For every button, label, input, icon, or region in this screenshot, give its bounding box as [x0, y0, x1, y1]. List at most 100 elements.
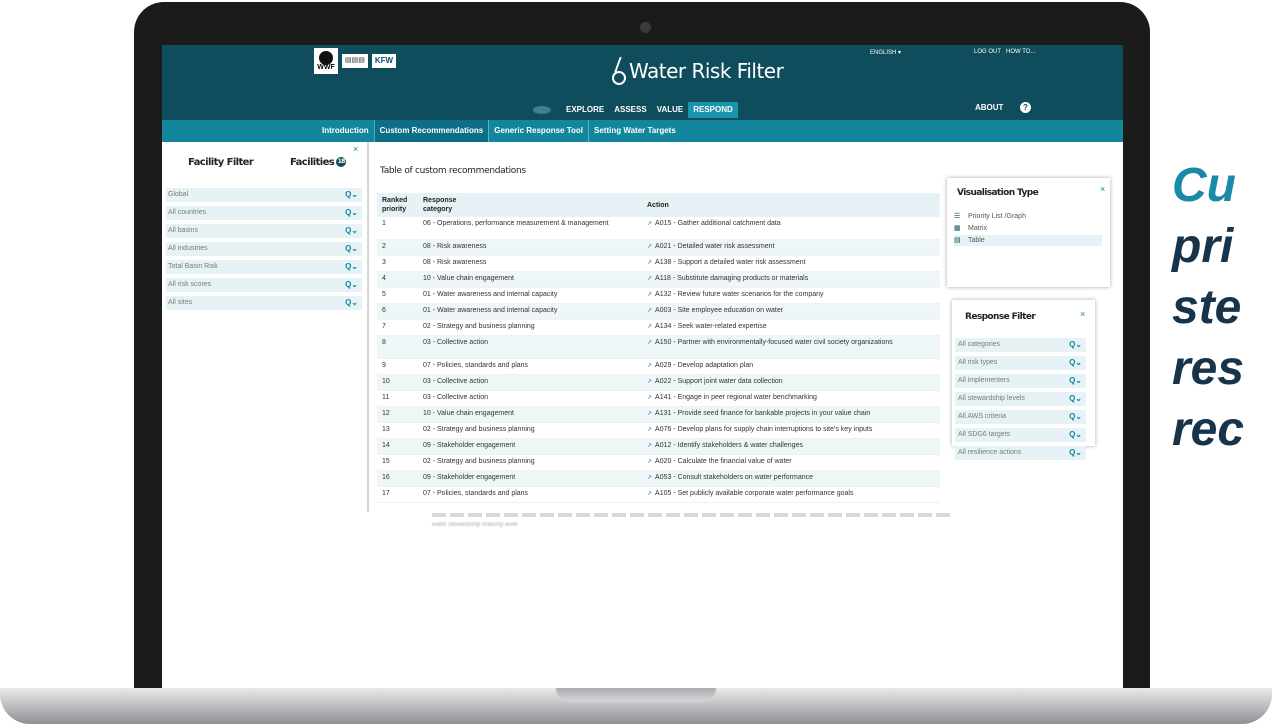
external-link-icon[interactable]: ↗ [647, 324, 652, 330]
search-dropdown-icon[interactable]: Q⌄ [345, 242, 358, 256]
table-row[interactable]: 2 08 - Risk awareness ↗ A021 - Detailed wat… [377, 240, 940, 256]
cell-action[interactable]: ↗ A150 - Partner with environmentally-foc… [647, 339, 937, 347]
action-link[interactable]: A105 - Set publicly available corporate … [655, 490, 853, 497]
wwf-logo[interactable]: WWF [314, 48, 338, 74]
filter-resilience-actions[interactable]: All resilience actions Q⌄ [955, 446, 1086, 460]
response-filter-close-icon[interactable]: × [1080, 309, 1085, 319]
filter-risk-types[interactable]: All risk types Q⌄ [955, 356, 1086, 370]
filter-categories[interactable]: All categories Q⌄ [955, 338, 1086, 352]
nav-value[interactable]: VALUE [652, 102, 689, 118]
table-row[interactable]: 11 03 - Collective action ↗ A141 - Engage i… [377, 391, 940, 407]
cell-action[interactable]: ↗ A020 - Calculate the financial value of… [647, 458, 937, 466]
external-link-icon[interactable]: ↗ [647, 244, 652, 250]
external-link-icon[interactable]: ↗ [647, 427, 652, 433]
tab-facilities[interactable]: Facilities 18 [290, 157, 347, 168]
table-row[interactable]: 1 06 - Operations, performance measuremen… [377, 217, 940, 240]
tab-custom-recommendations[interactable]: Custom Recommendations [373, 120, 489, 142]
search-dropdown-icon[interactable]: Q⌄ [345, 260, 358, 274]
tab-introduction[interactable]: Introduction [317, 120, 374, 142]
external-link-icon[interactable]: ↗ [647, 363, 652, 369]
search-dropdown-icon[interactable]: Q⌄ [1069, 446, 1082, 460]
table-row[interactable]: 16 09 - Stakeholder engagement ↗ A053 - Con… [377, 471, 940, 487]
filter-aws-criteria[interactable]: All AWS criteria Q⌄ [955, 410, 1086, 424]
filter-risk-scores[interactable]: All risk scores Q⌄ [166, 278, 362, 292]
action-link[interactable]: A003 - Site employee education on water [655, 307, 783, 314]
nav-respond[interactable]: RESPOND [688, 102, 738, 118]
tab-facility-filter[interactable]: Facility Filter [188, 157, 254, 168]
action-link[interactable]: A132 - Review future water scenarios for… [655, 291, 823, 298]
external-link-icon[interactable]: ↗ [647, 276, 652, 282]
table-row[interactable]: 10 03 - Collective action ↗ A022 - Support … [377, 375, 940, 391]
external-link-icon[interactable]: ↗ [647, 459, 652, 465]
table-row[interactable]: 17 07 - Policies, standards and plans ↗ A10… [377, 487, 940, 503]
header-category[interactable]: Response category [423, 196, 483, 214]
action-link[interactable]: A134 - Seek water-related expertise [655, 323, 767, 330]
external-link-icon[interactable]: ↗ [647, 340, 652, 346]
cell-action[interactable]: ↗ A134 - Seek water-related expertise [647, 323, 937, 331]
table-row[interactable]: 4 10 - Value chain engagement ↗ A118 - Subs… [377, 272, 940, 288]
kfw-logo[interactable]: KFW [371, 54, 397, 68]
table-row[interactable]: 12 10 - Value chain engagement ↗ A131 - Pro… [377, 407, 940, 423]
cell-action[interactable]: ↗ A138 - Support a detailed water risk as… [647, 259, 937, 267]
vis-option-priority-list[interactable]: ☰ Priority List /Graph [954, 211, 1110, 222]
search-dropdown-icon[interactable]: Q⌄ [1069, 392, 1082, 406]
tab-generic-response-tool[interactable]: Generic Response Tool [488, 120, 588, 142]
external-link-icon[interactable]: ↗ [647, 221, 652, 227]
vis-option-matrix[interactable]: ▦ Matrix [954, 223, 1110, 234]
howto-link[interactable]: HOW TO... [1006, 49, 1035, 55]
cell-action[interactable]: ↗ A003 - Site employee education on water [647, 307, 937, 315]
filter-industries[interactable]: All industries Q⌄ [166, 242, 362, 256]
search-dropdown-icon[interactable]: Q⌄ [1069, 338, 1082, 352]
action-link[interactable]: A021 - Detailed water risk assessment [655, 243, 774, 250]
search-dropdown-icon[interactable]: Q⌄ [1069, 356, 1082, 370]
search-dropdown-icon[interactable]: Q⌄ [1069, 428, 1082, 442]
cell-action[interactable]: ↗ A118 - Substitute damaging products or … [647, 275, 937, 283]
filter-sites[interactable]: All sites Q⌄ [166, 296, 362, 310]
cell-action[interactable]: ↗ A029 - Develop adaptation plan [647, 362, 937, 370]
cell-action[interactable]: ↗ A141 - Engage in peer regional water be… [647, 394, 937, 402]
external-link-icon[interactable]: ↗ [647, 475, 652, 481]
cell-action[interactable]: ↗ A012 - Identify stakeholders & water ch… [647, 442, 937, 450]
table-row[interactable]: 6 01 - Water awareness and internal capac… [377, 304, 940, 320]
search-dropdown-icon[interactable]: Q⌄ [345, 188, 358, 202]
table-row[interactable]: 3 08 - Risk awareness ↗ A138 - Support a de… [377, 256, 940, 272]
tab-setting-water-targets[interactable]: Setting Water Targets [588, 120, 681, 142]
search-dropdown-icon[interactable]: Q⌄ [345, 296, 358, 310]
action-link[interactable]: A118 - Substitute damaging products or m… [655, 275, 808, 282]
cell-action[interactable]: ↗ A131 - Provide seed finance for bankabl… [647, 410, 937, 418]
external-link-icon[interactable]: ↗ [647, 411, 652, 417]
action-link[interactable]: A131 - Provide seed finance for bankable… [655, 410, 870, 417]
external-link-icon[interactable]: ↗ [647, 292, 652, 298]
action-link[interactable]: A022 - Support joint water data collecti… [655, 378, 783, 385]
filter-stewardship-levels[interactable]: All stewardship levels Q⌄ [955, 392, 1086, 406]
action-link[interactable]: A138 - Support a detailed water risk ass… [655, 259, 806, 266]
cell-action[interactable]: ↗ A105 - Set publicly available corporate… [647, 490, 937, 498]
help-icon[interactable]: ? [1020, 102, 1031, 113]
filter-implementers[interactable]: All implementers Q⌄ [955, 374, 1086, 388]
table-row[interactable]: 5 01 - Water awareness and internal capac… [377, 288, 940, 304]
about-link[interactable]: ABOUT [975, 103, 1003, 112]
filter-sdg6-targets[interactable]: All SDG6 targets Q⌄ [955, 428, 1086, 442]
table-row[interactable]: 14 09 - Stakeholder engagement ↗ A012 - Ide… [377, 439, 940, 455]
external-link-icon[interactable]: ↗ [647, 308, 652, 314]
header-rank[interactable]: Ranked priority [382, 196, 416, 214]
search-dropdown-icon[interactable]: Q⌄ [345, 224, 358, 238]
action-link[interactable]: A029 - Develop adaptation plan [655, 362, 753, 369]
cell-action[interactable]: ↗ A132 - Review future water scenarios fo… [647, 291, 937, 299]
nav-explore[interactable]: EXPLORE [561, 102, 609, 118]
action-link[interactable]: A020 - Calculate the financial value of … [655, 458, 792, 465]
logout-link[interactable]: LOG OUT [974, 49, 1001, 55]
external-link-icon[interactable]: ↗ [647, 443, 652, 449]
header-action[interactable]: Action [647, 201, 669, 210]
brand[interactable]: Water Risk Filter [607, 57, 784, 85]
cell-action[interactable]: ↗ A053 - Consult stakeholders on water pe… [647, 474, 937, 482]
filter-global[interactable]: Global Q⌄ [166, 188, 362, 202]
external-link-icon[interactable]: ↗ [647, 491, 652, 497]
cell-action[interactable]: ↗ A015 - Gather additional catchment data [647, 220, 937, 228]
filter-basins[interactable]: All basins Q⌄ [166, 224, 362, 238]
action-link[interactable]: A053 - Consult stakeholders on water per… [655, 474, 813, 481]
action-link[interactable]: A150 - Partner with environmentally-focu… [655, 339, 893, 346]
visualisation-close-icon[interactable]: × [1100, 184, 1105, 194]
sidebar-close-icon[interactable]: × [353, 144, 358, 154]
action-link[interactable]: A015 - Gather additional catchment data [655, 220, 781, 227]
